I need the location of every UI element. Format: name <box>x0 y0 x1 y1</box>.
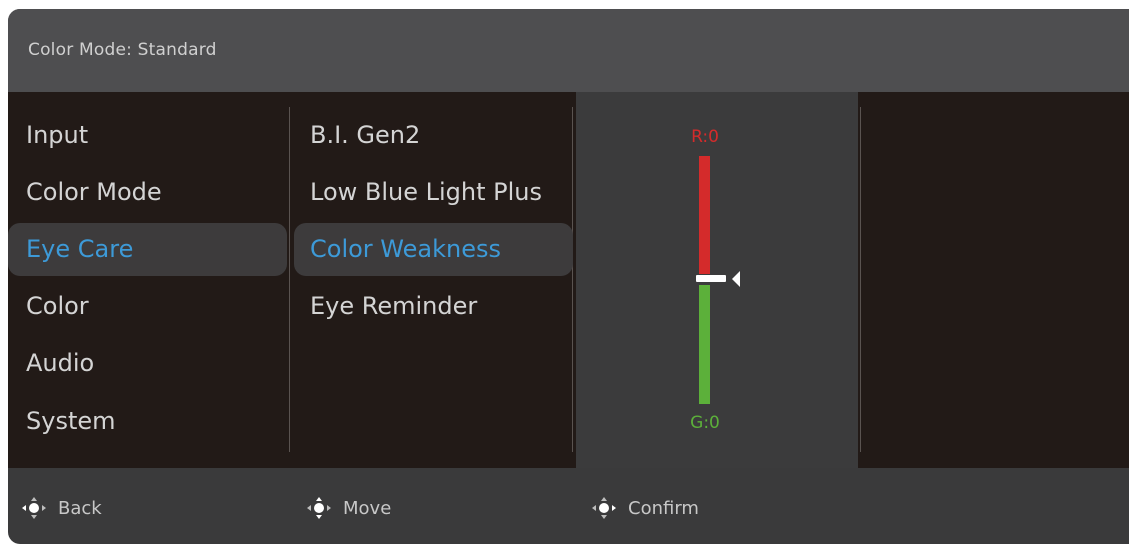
empty-panel <box>858 92 1129 468</box>
sub-menu-item-bi-gen2[interactable]: B.I. Gen2 <box>310 123 420 147</box>
joystick-icon <box>20 495 48 521</box>
slider-bottom-label: G:0 <box>690 413 720 433</box>
osd-header: Color Mode: Standard <box>8 9 1129 92</box>
sub-menu-item-color-weakness[interactable]: Color Weakness <box>310 237 501 261</box>
slider-red-track <box>699 156 710 274</box>
sub-menu-item-low-blue-light-plus[interactable]: Low Blue Light Plus <box>310 180 542 204</box>
footer-back[interactable]: Back <box>20 495 102 521</box>
sub-menu-item-eye-reminder[interactable]: Eye Reminder <box>310 294 477 318</box>
divider-sub-slider <box>572 107 573 452</box>
divider-slider-right <box>860 107 861 452</box>
main-menu-item-input[interactable]: Input <box>26 123 88 147</box>
footer-confirm[interactable]: Confirm <box>590 495 699 521</box>
slider-top-label: R:0 <box>691 127 719 147</box>
footer-confirm-label: Confirm <box>628 497 699 519</box>
footer-back-label: Back <box>58 497 102 519</box>
slider-handle[interactable] <box>696 275 726 282</box>
footer-move[interactable]: Move <box>305 495 391 521</box>
main-menu-item-color[interactable]: Color <box>26 294 89 318</box>
main-menu-item-color-mode[interactable]: Color Mode <box>26 180 162 204</box>
divider-main-sub <box>289 107 290 452</box>
joystick-icon <box>590 495 618 521</box>
main-menu-item-eye-care[interactable]: Eye Care <box>26 237 133 261</box>
slider-green-track <box>699 285 710 404</box>
osd-window: Color Mode: Standard Input Color Mode Ey… <box>8 9 1129 544</box>
joystick-icon <box>305 495 333 521</box>
main-menu-item-system[interactable]: System <box>26 409 116 433</box>
slider-pointer-icon <box>732 271 740 287</box>
header-title: Color Mode: Standard <box>28 40 217 60</box>
main-menu-item-audio[interactable]: Audio <box>26 351 94 375</box>
footer-move-label: Move <box>343 497 392 519</box>
